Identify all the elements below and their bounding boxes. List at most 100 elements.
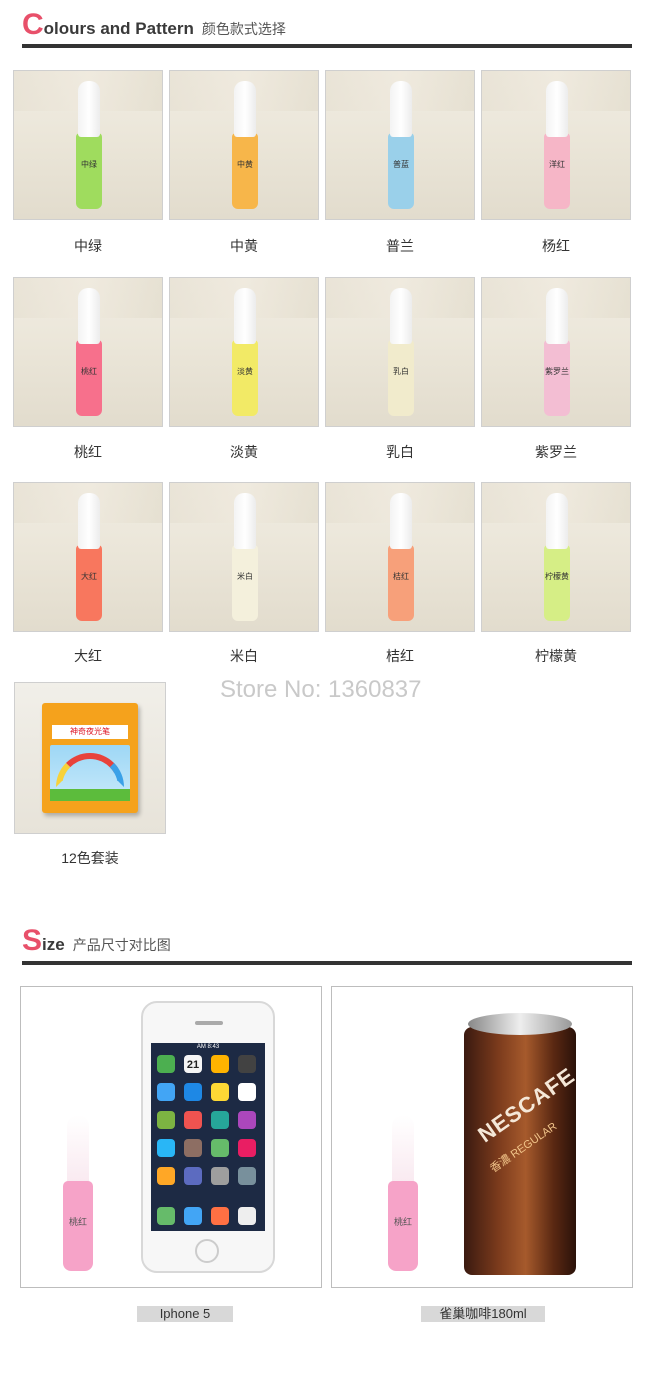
app-icon (238, 1055, 256, 1073)
app-icon (211, 1139, 229, 1157)
app-icon (157, 1139, 175, 1157)
can-lid (468, 1013, 572, 1035)
pen-cap (78, 493, 100, 549)
pen-body (544, 545, 570, 621)
app-icon (211, 1083, 229, 1101)
pen-cap (546, 288, 568, 344)
app-icon (184, 1083, 202, 1101)
pen-cap (390, 493, 412, 549)
color-tile[interactable]: 桔红 (325, 482, 475, 632)
pen-label: 大红 (81, 572, 97, 581)
app-icon (238, 1083, 256, 1101)
color-caption: 淡黄 (230, 444, 258, 460)
pen-body (544, 340, 570, 416)
pen-body (76, 133, 102, 209)
pen-cap (390, 81, 412, 137)
color-tile[interactable]: 淡黄 (169, 277, 319, 427)
set-box-tile[interactable]: 神奇夜光笔 (14, 682, 166, 834)
pen-body (76, 340, 102, 416)
pen-cap (78, 81, 100, 137)
color-caption: 桃红 (74, 444, 102, 460)
section-subtitle: 颜色款式选择 (201, 21, 286, 37)
section-divider (22, 961, 632, 965)
color-tile[interactable]: 普蓝 (325, 70, 475, 220)
pen-label: 淡黄 (237, 367, 253, 376)
dock-app-icon (211, 1207, 229, 1225)
pen-label: 柠檬黄 (545, 572, 569, 581)
product-box-image: 神奇夜光笔 (42, 703, 138, 813)
section-title: Colours and Pattern 颜色款式选择 (22, 8, 286, 42)
pen-label: 桔红 (393, 572, 409, 581)
title-rest: olours and Pattern (43, 19, 194, 38)
pen-body (76, 545, 102, 621)
phone-screen: AM 8:43 21 (151, 1043, 265, 1231)
pen-label: 桃红 (68, 1217, 87, 1227)
dock-app-icon (238, 1207, 256, 1225)
app-icon (184, 1111, 202, 1129)
color-tile[interactable]: 米白 (169, 482, 319, 632)
color-caption: 杨红 (542, 238, 570, 254)
title-rest: ize (42, 935, 65, 954)
size-section-header: Size 产品尺寸对比图 (22, 924, 632, 969)
pen-cap (390, 288, 412, 344)
app-icon (184, 1167, 202, 1185)
calendar-date: 21 (186, 1059, 200, 1071)
color-tile[interactable]: 大红 (13, 482, 163, 632)
pen-cap (546, 81, 568, 137)
pen-body (232, 133, 258, 209)
color-tile[interactable]: 桃红 (13, 277, 163, 427)
iphone-comparison-photo[interactable]: 桃红 AM 8:43 21 (20, 986, 322, 1288)
colours-section-header: Colours and Pattern 颜色款式选择 (22, 8, 632, 53)
pen-cap (546, 493, 568, 549)
color-caption: 中绿 (74, 238, 102, 254)
app-icon (184, 1139, 202, 1157)
color-tile[interactable]: 洋红 (481, 70, 631, 220)
iphone-image: AM 8:43 21 (141, 1001, 275, 1273)
color-tile[interactable]: 中绿 (13, 70, 163, 220)
box-grass (50, 789, 130, 801)
title-initial: S (22, 924, 43, 957)
coffee-comparison-photo[interactable]: 桃红 NESCAFE 香濃 REGULAR (331, 986, 633, 1288)
pen-label: 中绿 (81, 160, 97, 169)
color-caption: 桔红 (386, 648, 414, 664)
pen-cap (234, 81, 256, 137)
store-number: Store No: 1360837 (220, 676, 422, 703)
color-caption: 米白 (230, 648, 258, 664)
color-tile[interactable]: 中黄 (169, 70, 319, 220)
app-icon (157, 1055, 175, 1073)
app-icon (157, 1111, 175, 1129)
pen-label: 紫罗兰 (545, 367, 569, 376)
pen-body (388, 545, 414, 621)
coffee-caption: 雀巢咖啡180ml (421, 1306, 545, 1322)
color-caption: 柠檬黄 (535, 648, 577, 664)
section-title: Size 产品尺寸对比图 (22, 924, 171, 958)
dock-app-icon (157, 1207, 175, 1225)
app-icon (157, 1083, 175, 1101)
pen-label: 桃红 (393, 1217, 412, 1227)
pen-body (544, 133, 570, 209)
color-caption: 紫罗兰 (535, 444, 577, 460)
dock-app-icon (184, 1207, 202, 1225)
section-subtitle: 产品尺寸对比图 (72, 937, 171, 953)
can-brand: NESCAFE (473, 1062, 580, 1148)
pen-label: 米白 (237, 572, 253, 581)
pen-cap (78, 288, 100, 344)
title-initial: C (22, 8, 44, 41)
app-icon (238, 1111, 256, 1129)
app-icon (211, 1111, 229, 1129)
app-icon (211, 1167, 229, 1185)
color-caption: 乳白 (386, 444, 414, 460)
pen-cap (67, 1115, 89, 1185)
pen-cap (234, 493, 256, 549)
app-icon (238, 1167, 256, 1185)
color-tile[interactable]: 紫罗兰 (481, 277, 631, 427)
color-tile[interactable]: 柠檬黄 (481, 482, 631, 632)
pen-label: 乳白 (393, 367, 409, 376)
color-tile[interactable]: 乳白 (325, 277, 475, 427)
app-icon (238, 1139, 256, 1157)
pen-label: 桃红 (81, 367, 97, 376)
app-icon (211, 1055, 229, 1073)
set-caption: 12色套装 (61, 850, 119, 866)
pen-cap (234, 288, 256, 344)
pen-body (388, 133, 414, 209)
